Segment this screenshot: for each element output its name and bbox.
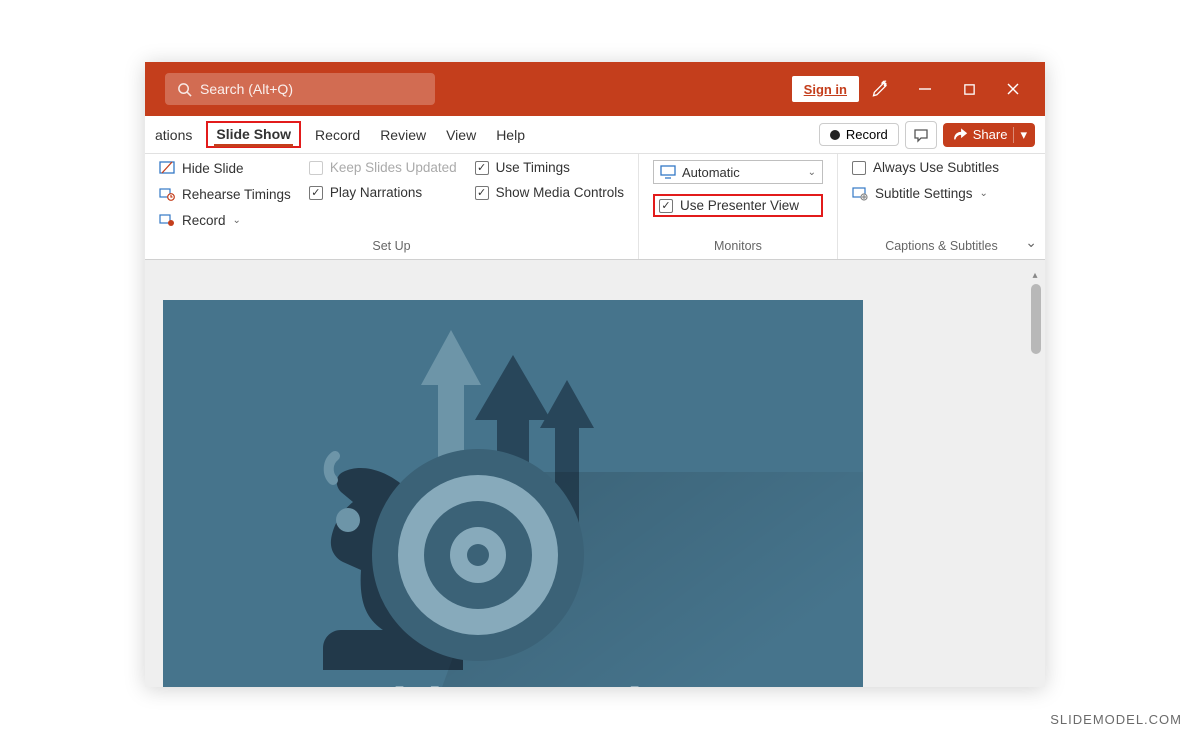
share-icon [953, 128, 967, 142]
chevron-down-icon: ⌄ [808, 167, 816, 178]
comments-button[interactable] [905, 121, 937, 149]
clock-icon [159, 186, 175, 202]
slide-title: Hoshin Kanri [283, 675, 643, 687]
play-narrations-label: Play Narrations [330, 185, 422, 200]
tab-review[interactable]: Review [370, 121, 436, 149]
record-dropdown[interactable]: Record ⌄ [159, 212, 291, 228]
use-timings-label: Use Timings [496, 160, 570, 175]
search-box[interactable] [165, 73, 435, 105]
use-presenter-view-label: Use Presenter View [680, 198, 799, 213]
tab-help[interactable]: Help [486, 121, 535, 149]
always-use-subtitles-label: Always Use Subtitles [873, 160, 999, 175]
share-button-label: Share [973, 127, 1008, 142]
chevron-down-icon[interactable]: ▾ [1013, 127, 1027, 143]
tab-record[interactable]: Record [305, 121, 370, 149]
target-icon [368, 445, 588, 665]
chevron-down-icon: ⌄ [980, 188, 988, 199]
subtitle-settings-button[interactable]: Subtitle Settings ⌄ [852, 185, 999, 201]
group-label-monitors: Monitors [653, 235, 823, 259]
checkbox-icon [475, 186, 489, 200]
show-media-controls-checkbox[interactable]: Show Media Controls [475, 185, 624, 200]
hide-slide-label: Hide Slide [182, 161, 244, 176]
ribbon-group-setup: Hide Slide Rehearse Timings Record ⌄ [145, 154, 639, 259]
signin-button[interactable]: Sign in [792, 76, 859, 102]
group-label-captions: Captions & Subtitles [852, 235, 1031, 259]
ribbon-collapse-icon[interactable]: ⌄ [1025, 234, 1037, 251]
ribbon-group-captions: Always Use Subtitles Subtitle Settings ⌄… [838, 154, 1045, 259]
subtitle-settings-icon [852, 185, 868, 201]
keep-slides-updated-label: Keep Slides Updated [330, 160, 457, 175]
group-label-setup: Set Up [159, 235, 624, 259]
record-button[interactable]: Record [819, 123, 899, 146]
watermark: SLIDEMODEL.COM [1050, 712, 1182, 727]
rehearse-timings-label: Rehearse Timings [182, 187, 291, 202]
use-presenter-view-highlight: Use Presenter View [653, 194, 823, 217]
slide-stage: Hoshin Kanri ▴ [145, 260, 1045, 687]
pen-icon[interactable] [859, 67, 903, 111]
comment-icon [913, 127, 929, 143]
always-use-subtitles-checkbox[interactable]: Always Use Subtitles [852, 160, 999, 175]
record-button-label: Record [846, 127, 888, 142]
minimize-button[interactable] [903, 67, 947, 111]
tab-slide-show[interactable]: Slide Show [214, 123, 293, 147]
checkbox-icon [475, 161, 489, 175]
checkbox-icon [309, 186, 323, 200]
rehearse-timings-button[interactable]: Rehearse Timings [159, 186, 291, 202]
close-button[interactable] [991, 67, 1035, 111]
search-icon [177, 82, 192, 97]
use-presenter-view-checkbox[interactable]: Use Presenter View [659, 198, 799, 213]
chevron-down-icon: ⌄ [233, 215, 241, 226]
scroll-up-icon[interactable]: ▴ [1030, 270, 1040, 280]
play-narrations-checkbox[interactable]: Play Narrations [309, 185, 457, 200]
scrollbar-thumb[interactable] [1031, 284, 1041, 354]
monitor-select[interactable]: Automatic ⌄ [653, 160, 823, 184]
vertical-scrollbar[interactable]: ▴ [1029, 270, 1043, 677]
checkbox-icon [852, 161, 866, 175]
record-dropdown-label: Record [182, 213, 226, 228]
checkbox-icon [659, 199, 673, 213]
maximize-button[interactable] [947, 67, 991, 111]
keep-slides-updated-checkbox: Keep Slides Updated [309, 160, 457, 175]
titlebar: Sign in [145, 62, 1045, 116]
app-window: Sign in ations Slide Show Record Review … [145, 62, 1045, 687]
record-dot-icon [830, 130, 840, 140]
tab-slide-show-highlight: Slide Show [206, 121, 301, 148]
ribbon-tabs: ations Slide Show Record Review View Hel… [145, 116, 1045, 154]
subtitle-settings-label: Subtitle Settings [875, 186, 973, 201]
ribbon-group-monitors: Automatic ⌄ Use Presenter View Monitors [639, 154, 838, 259]
tab-view[interactable]: View [436, 121, 486, 149]
ribbon: Hide Slide Rehearse Timings Record ⌄ [145, 154, 1045, 260]
monitor-icon [660, 164, 676, 180]
hide-slide-button[interactable]: Hide Slide [159, 160, 291, 176]
search-input[interactable] [200, 81, 423, 97]
use-timings-checkbox[interactable]: Use Timings [475, 160, 624, 175]
record-small-icon [159, 212, 175, 228]
checkbox-icon [309, 161, 323, 175]
monitor-select-value: Automatic [682, 165, 802, 180]
show-media-controls-label: Show Media Controls [496, 185, 624, 200]
tab-cutoff[interactable]: ations [155, 121, 202, 149]
share-button[interactable]: Share ▾ [943, 123, 1035, 147]
hide-slide-icon [159, 160, 175, 176]
slide-preview[interactable]: Hoshin Kanri [163, 300, 863, 687]
